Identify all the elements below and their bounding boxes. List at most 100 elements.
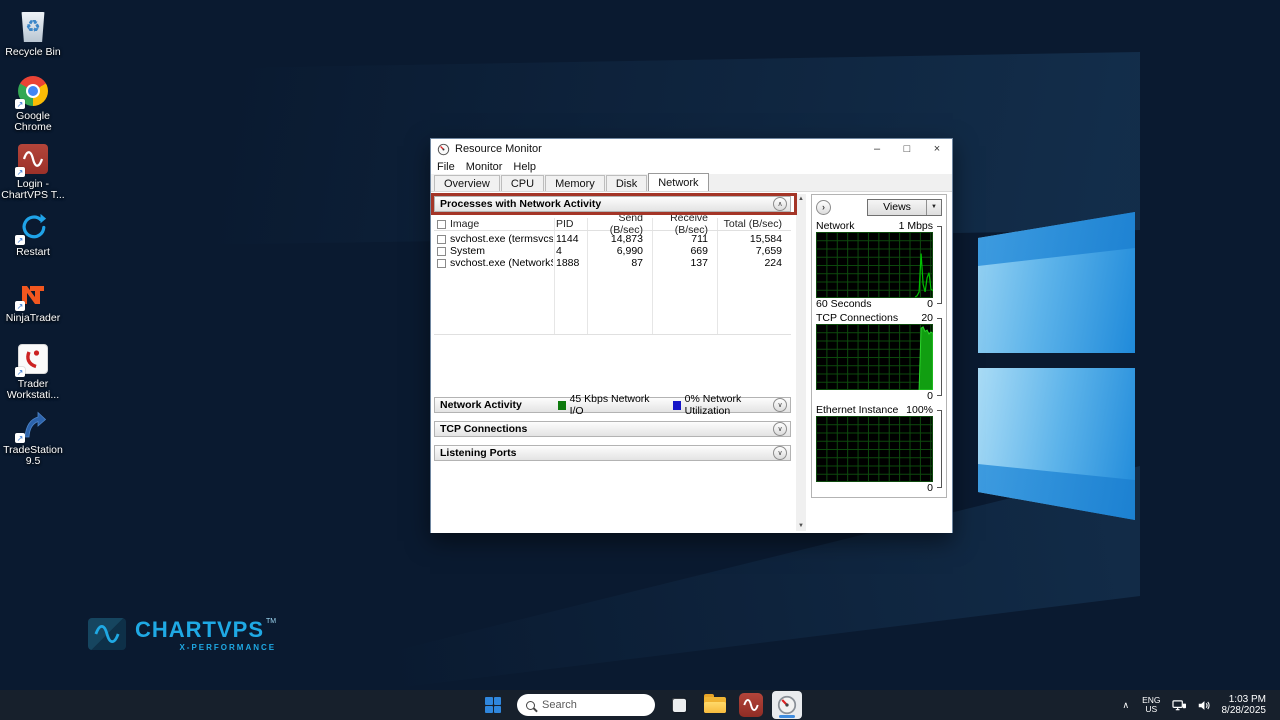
icon-label: Restart bbox=[16, 247, 50, 258]
tradestation-icon: ↗ bbox=[16, 408, 50, 442]
graph-min-label: 0 bbox=[927, 482, 933, 494]
menu-file[interactable]: File bbox=[437, 161, 455, 173]
watermark-tm: TM bbox=[266, 618, 276, 625]
close-button[interactable]: × bbox=[922, 139, 952, 159]
left-pane: Processes with Network Activity ∧ Image … bbox=[431, 192, 806, 533]
scroll-down-arrow-icon[interactable]: ▼ bbox=[798, 521, 804, 531]
network-status-icon[interactable] bbox=[1167, 699, 1192, 712]
desktop-icon-google-chrome[interactable]: ↗ GoogleChrome bbox=[0, 74, 66, 133]
language-switcher[interactable]: ENG US bbox=[1136, 696, 1166, 714]
table-row[interactable]: svchost.exe (termsvcs) 1144 14,873 711 1… bbox=[434, 233, 791, 245]
views-button[interactable]: Views ▼ bbox=[867, 199, 942, 216]
tray-overflow-chevron-icon[interactable]: ∧ bbox=[1115, 700, 1136, 711]
graphs-panel-header: › Views ▼ bbox=[816, 198, 942, 216]
menu-bar: File Monitor Help bbox=[431, 159, 952, 174]
graph-max-label: 20 bbox=[921, 312, 933, 324]
chartvps-icon: ↗ bbox=[16, 142, 50, 176]
desktop-icon-recycle-bin[interactable]: ♻ Recycle Bin bbox=[0, 10, 66, 58]
section-header-listening-ports[interactable]: Listening Ports ∨ bbox=[434, 445, 791, 461]
desktop-icon-ninjatrader[interactable]: ↗ NinjaTrader bbox=[0, 276, 66, 324]
resource-monitor-icon bbox=[437, 143, 450, 156]
legend-utilization-label: 0% Network Utilization bbox=[685, 393, 773, 417]
search-box[interactable]: Search bbox=[517, 694, 655, 716]
menu-help[interactable]: Help bbox=[513, 161, 536, 173]
column-header-image[interactable]: Image bbox=[450, 218, 553, 230]
row-checkbox[interactable] bbox=[437, 259, 446, 268]
minimize-button[interactable]: – bbox=[862, 139, 892, 159]
tab-cpu[interactable]: CPU bbox=[501, 175, 544, 191]
maximize-button[interactable]: □ bbox=[892, 139, 922, 159]
chrome-icon: ↗ bbox=[16, 74, 50, 108]
section-header-network-activity[interactable]: Network Activity 45 Kbps Network I/O 0% … bbox=[434, 397, 791, 413]
desktop-icon-login-chartvps[interactable]: ↗ Login -ChartVPS T... bbox=[0, 142, 66, 201]
chartvps-app-button[interactable] bbox=[736, 691, 766, 719]
network-tab-content: Processes with Network Activity ∧ Image … bbox=[431, 192, 952, 533]
scale-bracket bbox=[937, 410, 942, 488]
volume-icon[interactable] bbox=[1192, 699, 1216, 712]
graphs-panel: › Views ▼ Network 1 Mbps 60 Seconds 0 bbox=[811, 194, 947, 498]
table-header-row: Image PID Send (B/sec) Receive (B/sec) T… bbox=[434, 218, 791, 231]
tab-bar: Overview CPU Memory Disk Network bbox=[431, 174, 952, 192]
graph-min-label: 0 bbox=[927, 390, 933, 402]
desktop-icon-tradestation[interactable]: ↗ TradeStation9.5 bbox=[0, 408, 66, 467]
table-row[interactable]: System 4 6,990 669 7,659 bbox=[434, 245, 791, 257]
graph-x-label: 60 Seconds bbox=[816, 298, 871, 310]
icon-label: Login -ChartVPS T... bbox=[1, 179, 64, 201]
taskbar-center-group: Search bbox=[475, 690, 805, 720]
search-placeholder: Search bbox=[542, 699, 577, 711]
legend-green-swatch bbox=[558, 401, 566, 410]
expand-chevron-down-icon[interactable]: ∨ bbox=[773, 446, 787, 460]
views-dropdown-arrow-icon[interactable]: ▼ bbox=[926, 200, 941, 215]
menu-monitor[interactable]: Monitor bbox=[466, 161, 503, 173]
graph-max-label: 1 Mbps bbox=[899, 220, 933, 232]
folder-icon bbox=[704, 697, 726, 713]
tab-memory[interactable]: Memory bbox=[545, 175, 605, 191]
section-title: Listening Ports bbox=[440, 447, 773, 459]
process-table: Image PID Send (B/sec) Receive (B/sec) T… bbox=[434, 218, 791, 335]
tab-disk[interactable]: Disk bbox=[606, 175, 647, 191]
system-tray: ∧ ENG US 1:03 PM 8/28/2025 bbox=[1115, 690, 1274, 720]
graph-title: Ethernet Instance 0 bbox=[816, 404, 906, 416]
window-title: Resource Monitor bbox=[455, 143, 862, 155]
scroll-up-arrow-icon[interactable]: ▲ bbox=[798, 194, 804, 204]
scale-bracket bbox=[937, 318, 942, 396]
restart-icon: ↗ bbox=[16, 210, 50, 244]
chartvps-watermark: CHARTVPS TM X-PERFORMANCE bbox=[88, 618, 276, 652]
section-header-tcp-connections[interactable]: TCP Connections ∨ bbox=[434, 421, 791, 437]
chartvps-icon bbox=[739, 693, 763, 717]
expand-chevron-down-icon[interactable]: ∨ bbox=[773, 398, 787, 412]
title-bar[interactable]: Resource Monitor – □ × bbox=[431, 139, 952, 159]
row-checkbox[interactable] bbox=[437, 235, 446, 244]
task-view-button[interactable] bbox=[664, 691, 694, 719]
icon-label: TraderWorkstati... bbox=[7, 379, 59, 401]
tab-network[interactable]: Network bbox=[648, 173, 708, 191]
select-all-checkbox[interactable] bbox=[437, 220, 446, 229]
tab-overview[interactable]: Overview bbox=[434, 175, 500, 191]
vertical-scrollbar[interactable]: ▲ ▼ bbox=[796, 194, 806, 531]
section-title: Network Activity bbox=[440, 399, 558, 411]
desktop-icon-restart[interactable]: ↗ Restart bbox=[0, 210, 66, 258]
shortcut-arrow-icon: ↗ bbox=[15, 433, 25, 443]
column-header-pid[interactable]: PID bbox=[553, 218, 586, 230]
column-header-total[interactable]: Total (B/sec) bbox=[716, 218, 790, 230]
watermark-tagline: X-PERFORMANCE bbox=[179, 643, 276, 652]
icon-label: GoogleChrome bbox=[14, 111, 51, 133]
tcp-connections-graph bbox=[816, 324, 933, 390]
expand-panel-arrow-icon[interactable]: › bbox=[816, 200, 831, 215]
desktop-icon-trader-workstation[interactable]: ↗ TraderWorkstati... bbox=[0, 342, 66, 401]
clock-date[interactable]: 1:03 PM 8/28/2025 bbox=[1216, 694, 1275, 716]
scale-bracket bbox=[937, 226, 942, 304]
table-row[interactable]: svchost.exe (NetworkService... 1888 87 1… bbox=[434, 257, 791, 269]
recycle-bin-icon: ♻ bbox=[16, 10, 50, 44]
icon-label: Recycle Bin bbox=[5, 47, 60, 58]
resource-monitor-window: Resource Monitor – □ × File Monitor Help… bbox=[430, 138, 953, 533]
resource-monitor-taskbar-button[interactable] bbox=[772, 691, 802, 719]
expand-chevron-down-icon[interactable]: ∨ bbox=[773, 422, 787, 436]
shortcut-arrow-icon: ↗ bbox=[15, 367, 25, 377]
start-button[interactable] bbox=[478, 691, 508, 719]
file-explorer-button[interactable] bbox=[700, 691, 730, 719]
row-checkbox[interactable] bbox=[437, 247, 446, 256]
graph-title: Network bbox=[816, 220, 855, 232]
legend-blue-swatch bbox=[673, 401, 681, 410]
icon-label: NinjaTrader bbox=[6, 313, 60, 324]
